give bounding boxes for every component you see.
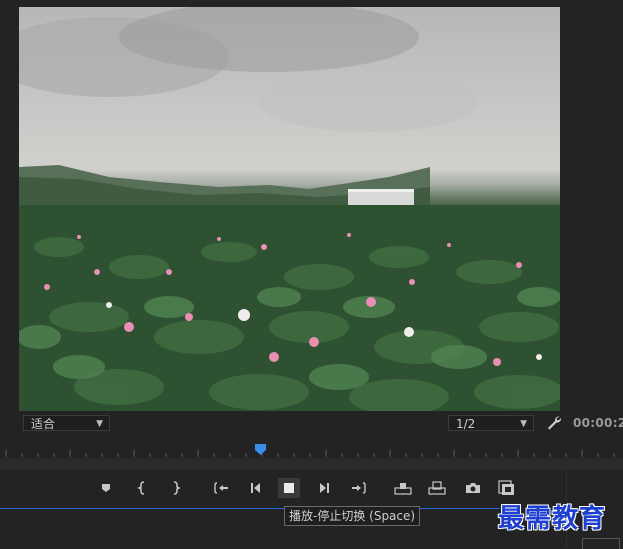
stop-icon xyxy=(284,483,294,493)
step-forward-icon xyxy=(320,483,329,493)
step-back-icon xyxy=(251,483,260,493)
play-stop-button[interactable] xyxy=(278,478,300,498)
watermark-logo: 最需教育 xyxy=(498,504,607,534)
go-to-out-icon xyxy=(352,482,366,494)
mark-in-icon xyxy=(137,481,145,495)
step-forward-button[interactable] xyxy=(314,478,336,498)
go-to-out-button[interactable] xyxy=(348,478,370,498)
fit-dropdown[interactable]: 适合 ▼ xyxy=(23,415,110,431)
fit-dropdown-value: 适合 xyxy=(31,417,56,431)
time-ruler[interactable] xyxy=(0,444,623,458)
overwrite-icon xyxy=(428,481,446,495)
play-stop-tooltip: 播放-停止切换 (Space) xyxy=(284,506,421,526)
settings-wrench-icon[interactable] xyxy=(545,414,563,432)
chevron-down-icon: ▼ xyxy=(520,419,527,429)
resolution-dropdown-value: 1/2 xyxy=(456,417,476,431)
playhead-marker[interactable] xyxy=(255,444,266,455)
camera-icon xyxy=(466,483,480,493)
add-marker-button[interactable] xyxy=(95,478,117,498)
corner-widget xyxy=(582,538,620,549)
panel-focus-line xyxy=(0,508,500,509)
playhead-timecode[interactable]: 00:00:2 xyxy=(573,416,623,430)
overwrite-button[interactable] xyxy=(426,478,448,498)
insert-icon xyxy=(394,483,412,495)
go-to-in-button[interactable] xyxy=(210,478,232,498)
video-frame xyxy=(19,7,560,411)
mark-out-icon xyxy=(173,481,181,495)
chevron-down-icon: ▼ xyxy=(96,419,103,429)
resolution-dropdown[interactable]: 1/2 ▼ xyxy=(448,415,534,431)
insert-button[interactable] xyxy=(392,478,414,498)
mark-in-button[interactable] xyxy=(132,478,154,498)
button-editor-button[interactable] xyxy=(496,478,518,498)
go-to-in-icon xyxy=(214,482,228,494)
button-editor-icon xyxy=(498,480,514,495)
marker-icon xyxy=(102,484,110,492)
mark-out-button[interactable] xyxy=(164,478,186,498)
step-back-button[interactable] xyxy=(244,478,266,498)
zoom-scroll-bar[interactable] xyxy=(0,458,623,470)
program-monitor-viewer xyxy=(19,7,560,411)
transport-controls xyxy=(0,478,623,498)
export-frame-button[interactable] xyxy=(462,478,484,498)
